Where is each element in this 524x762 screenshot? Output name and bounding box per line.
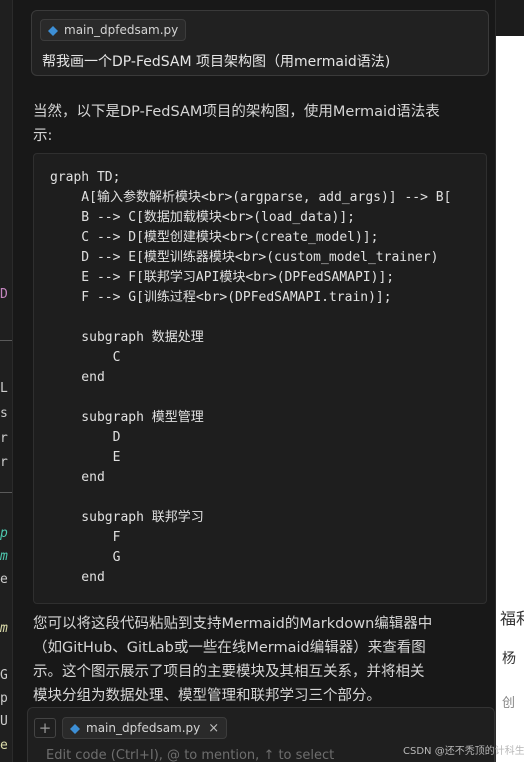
assistant-intro-line: 当然，以下是DP-FedSAM项目的架构图，使用Mermaid语法表 <box>33 104 440 120</box>
python-file-icon <box>48 25 58 36</box>
background-text: 杨 <box>502 651 516 667</box>
gutter-glyph: G <box>0 668 8 683</box>
gutter-glyph: m <box>0 549 8 564</box>
remove-file-icon[interactable]: × <box>208 721 219 736</box>
composer-file-chip[interactable]: main_dpfedsam.py × <box>62 717 228 739</box>
gutter-glyph: r <box>0 455 8 470</box>
file-chip-label: main_dpfedsam.py <box>64 23 179 37</box>
assistant-outro-line: （如GitHub、GitLab或一些在线Mermaid编辑器）来查看图 <box>33 640 426 656</box>
gutter-glyph: U <box>0 714 8 729</box>
gutter-glyph: e <box>0 738 8 753</box>
gutter-glyph: m <box>0 621 8 636</box>
csdn-watermark: CSDN @还不秃顶的计科生 <box>403 746 524 757</box>
user-message: main_dpfedsam.py 帮我画一个DP-FedSAM 项目架构图（用m… <box>31 10 489 76</box>
gutter-glyph: e <box>0 572 8 587</box>
assistant-intro: 当然，以下是DP-FedSAM项目的架构图，使用Mermaid语法表 示: <box>33 100 440 148</box>
add-context-button[interactable]: + <box>34 718 56 738</box>
gutter-divider <box>0 492 12 493</box>
ai-chat-panel: main_dpfedsam.py 帮我画一个DP-FedSAM 项目架构图（用m… <box>12 0 496 762</box>
assistant-outro-line: 模块分组为数据处理、模型管理和联邦学习三个部分。 <box>33 688 381 704</box>
background-toolbar <box>496 0 524 36</box>
gutter-glyph: p <box>0 526 8 541</box>
file-context-chip[interactable]: main_dpfedsam.py <box>40 19 187 41</box>
gutter-glyph: r <box>0 431 8 446</box>
python-file-icon <box>70 723 80 734</box>
composer-file-chip-label: main_dpfedsam.py <box>86 721 201 735</box>
assistant-outro: 您可以将这段代码粘贴到支持Mermaid的Markdown编辑器中 （如GitH… <box>33 612 432 708</box>
gutter-divider <box>0 340 12 341</box>
composer-input-placeholder[interactable]: Edit code (Ctrl+I), @ to mention, ↑ to s… <box>46 748 334 762</box>
assistant-intro-line: 示: <box>33 128 53 144</box>
gutter-glyph: D <box>0 287 8 302</box>
background-page-strip: 福利 杨 创 <box>496 0 524 762</box>
background-text: 创 <box>502 696 516 711</box>
background-text: 福利 <box>500 609 524 628</box>
gutter-glyph: p <box>0 691 8 706</box>
gutter-glyph: s <box>0 406 8 421</box>
mermaid-code-block[interactable]: graph TD; A[输入参数解析模块<br>(argparse, add_a… <box>33 153 487 604</box>
gutter-glyph: L <box>0 381 8 396</box>
assistant-outro-line: 您可以将这段代码粘贴到支持Mermaid的Markdown编辑器中 <box>33 616 433 632</box>
assistant-outro-line: 示。这个图示展示了项目的主要模块及其相互关系，并将相关 <box>33 664 425 680</box>
code-content[interactable]: graph TD; A[输入参数解析模块<br>(argparse, add_a… <box>50 168 451 588</box>
editor-gutter: D L s r r p m e m G p U e <box>0 0 12 762</box>
user-message-text: 帮我画一个DP-FedSAM 项目架构图（用mermaid语法) <box>42 54 391 70</box>
